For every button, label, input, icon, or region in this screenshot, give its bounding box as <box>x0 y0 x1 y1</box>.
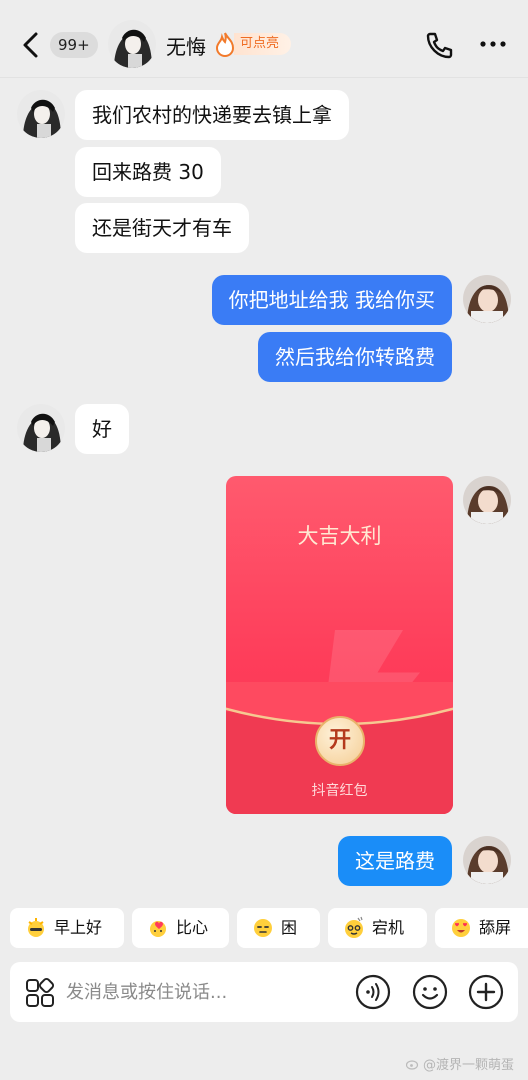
contact-name[interactable]: 无悔 <box>166 31 206 60</box>
back-arrow-icon[interactable] <box>18 30 44 60</box>
red-packet-title: 大吉大利 <box>297 524 382 548</box>
sun-emoji-icon <box>28 918 44 937</box>
contact-avatar[interactable] <box>108 20 156 68</box>
message-bubble[interactable]: 回来路费 30 <box>75 147 221 197</box>
quick-reply-chip[interactable]: 舔屏 <box>435 908 528 948</box>
message-bubble[interactable]: 我们农村的快递要去镇上拿 <box>75 90 349 140</box>
quick-reply-label: 困 <box>281 918 298 937</box>
my-avatar[interactable] <box>463 275 511 323</box>
more-options-icon[interactable] <box>478 36 508 52</box>
quick-reply-label: 比心 <box>176 918 209 937</box>
spark-status-tag[interactable]: 可点亮 <box>234 33 292 55</box>
weibo-logo-icon <box>406 1060 419 1070</box>
phone-call-icon[interactable] <box>424 30 454 60</box>
crashed-emoji-icon <box>345 916 363 938</box>
voice-input-icon[interactable] <box>355 974 391 1010</box>
chat-header: 99+ 无悔 可点亮 <box>0 0 528 78</box>
message-bubble[interactable]: 你把地址给我 我给你买 <box>211 275 452 325</box>
my-avatar[interactable] <box>463 476 511 524</box>
quick-reply-chip[interactable]: 早上好 <box>10 908 124 948</box>
contact-message-avatar[interactable] <box>17 404 65 452</box>
quick-reply-chip[interactable]: 比心 <box>132 908 229 948</box>
watermark-text: @渡界一颗萌蛋 <box>423 1058 515 1073</box>
contact-message-avatar[interactable] <box>17 90 65 138</box>
unread-count-badge[interactable]: 99+ <box>50 32 98 58</box>
red-packet-brand: 抖音红包 <box>311 783 368 799</box>
fire-icon <box>215 32 235 57</box>
message-bubble[interactable]: 这是路费 <box>338 836 452 886</box>
quick-reply-chip[interactable]: 宕机 <box>328 908 427 948</box>
heart-hands-emoji-icon <box>150 921 166 937</box>
message-input[interactable] <box>66 974 346 1010</box>
quick-reply-chip[interactable]: 困 <box>237 908 320 948</box>
message-bubble[interactable]: 然后我给你转路费 <box>258 332 452 382</box>
message-bubble[interactable]: 好 <box>75 404 129 454</box>
quick-reply-label: 舔屏 <box>479 918 512 937</box>
my-avatar[interactable] <box>463 836 511 884</box>
red-packet-card[interactable]: 大吉大利 开 抖音红包 <box>226 476 453 814</box>
sleepy-emoji-icon <box>254 919 272 937</box>
apps-grid-icon[interactable] <box>24 977 56 1009</box>
message-bubble[interactable]: 还是街天才有车 <box>75 203 249 253</box>
open-red-packet-button[interactable]: 开 <box>315 716 365 766</box>
emoji-icon[interactable] <box>412 974 448 1010</box>
plus-icon[interactable] <box>468 974 504 1010</box>
quick-reply-label: 早上好 <box>54 918 103 937</box>
source-watermark: @渡界一颗萌蛋 <box>406 1054 514 1073</box>
heart-eyes-emoji-icon <box>452 919 470 937</box>
message-input-bar <box>10 962 518 1022</box>
quick-reply-label: 宕机 <box>372 918 405 937</box>
